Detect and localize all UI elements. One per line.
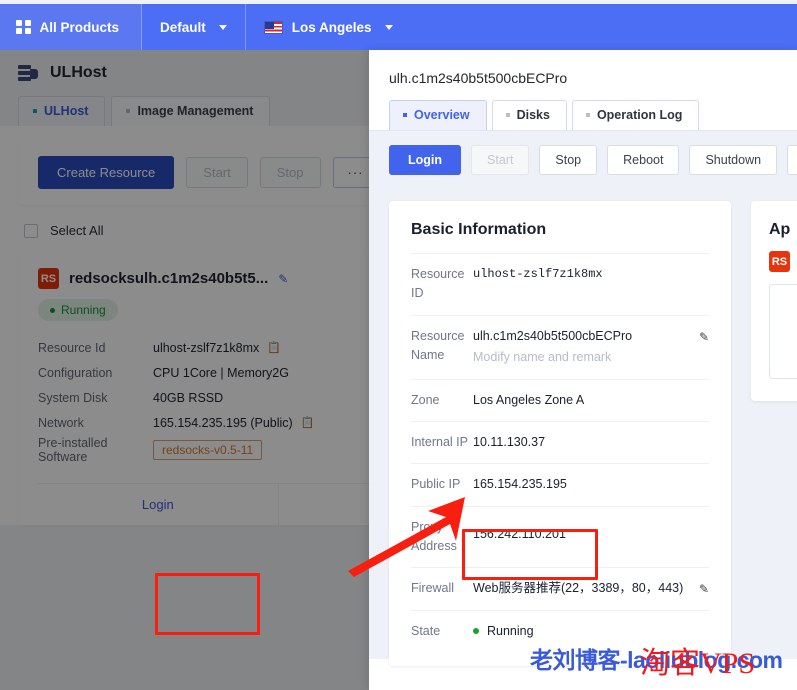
- redsocks-badge-icon: RS: [769, 251, 790, 272]
- info-value: 165.154.235.195: [473, 475, 709, 494]
- info-value: ulhost-zslf7z1k8mx: [473, 265, 709, 284]
- state-dot-icon: [473, 628, 479, 634]
- info-value: Los Angeles Zone A: [473, 391, 709, 410]
- tab-label: Disks: [517, 108, 550, 122]
- tab-dot-icon: [506, 113, 510, 117]
- info-label: Internal IP: [411, 433, 473, 452]
- tab-label: Operation Log: [597, 108, 682, 122]
- chevron-down-icon: [385, 25, 393, 30]
- info-row-zone: Zone Los Angeles Zone A: [411, 379, 709, 421]
- screenshot-root: All Products Default Los Angeles ULHost …: [0, 0, 797, 690]
- all-products-menu[interactable]: All Products: [0, 4, 142, 50]
- info-value: Running: [473, 622, 709, 641]
- edit-icon[interactable]: ✎: [699, 582, 709, 596]
- us-flag-icon: [264, 21, 283, 34]
- info-label: State: [411, 622, 473, 641]
- drawer-start-button[interactable]: Start: [471, 145, 529, 175]
- info-value: 10.11.130.37: [473, 433, 709, 452]
- modal-dim-overlay[interactable]: [0, 50, 369, 690]
- resource-name-remark-placeholder: Modify name and remark: [473, 348, 709, 367]
- info-value: 156.242.110.201: [473, 518, 709, 544]
- tab-disks[interactable]: Disks: [492, 100, 567, 130]
- tab-dot-icon: [586, 113, 590, 117]
- chevron-down-icon: [219, 25, 227, 30]
- info-value: ulh.c1m2s40b5t500cbECPro Modify name and…: [473, 327, 709, 368]
- tab-label: Overview: [414, 108, 470, 122]
- top-navigation-bar: All Products Default Los Angeles: [0, 4, 797, 50]
- application-card-title: Ap: [769, 221, 797, 239]
- info-row-public-ip: Public IP 165.154.235.195: [411, 463, 709, 505]
- region-selector[interactable]: Los Angeles: [246, 4, 411, 50]
- tab-dot-icon: [403, 113, 407, 117]
- all-products-label: All Products: [40, 20, 120, 35]
- drawer-reboot-button[interactable]: Reboot: [607, 145, 679, 175]
- drawer-tabs: Overview Disks Operation Log: [369, 86, 797, 130]
- drawer-title: ulh.c1m2s40b5t500cbECPro: [369, 50, 797, 86]
- drawer-action-toolbar: Login Start Stop Reboot Shutdown ···: [369, 130, 797, 189]
- basic-information-title: Basic Information: [411, 221, 709, 239]
- info-label: Proxy Address: [411, 518, 473, 557]
- info-value: Web服务器推荐(22，3389，80，443): [473, 579, 709, 598]
- grid-icon: [16, 20, 31, 35]
- drawer-login-button[interactable]: Login: [389, 145, 461, 175]
- state-value: Running: [487, 624, 534, 638]
- drawer-body: Basic Information Resource ID ulhost-zsl…: [369, 189, 797, 659]
- info-label: Resource Name: [411, 327, 473, 366]
- edit-icon[interactable]: ✎: [699, 330, 709, 344]
- region-label: Los Angeles: [292, 20, 372, 35]
- resource-detail-drawer: ulh.c1m2s40b5t500cbECPro Overview Disks …: [369, 50, 797, 690]
- tab-operation-log[interactable]: Operation Log: [572, 100, 699, 130]
- drawer-shutdown-button[interactable]: Shutdown: [689, 145, 777, 175]
- info-label: Zone: [411, 391, 473, 410]
- application-card: Ap RS: [751, 201, 797, 401]
- project-selector[interactable]: Default: [142, 4, 246, 50]
- info-row-firewall: Firewall Web服务器推荐(22，3389，80，443) ✎: [411, 567, 709, 609]
- project-label: Default: [160, 20, 206, 35]
- resource-name-value: ulh.c1m2s40b5t500cbECPro: [473, 329, 632, 343]
- tab-overview[interactable]: Overview: [389, 100, 487, 130]
- application-entry[interactable]: [769, 284, 797, 379]
- info-row-resource-name: Resource Name ulh.c1m2s40b5t500cbECPro M…: [411, 315, 709, 379]
- info-row-internal-ip: Internal IP 10.11.130.37: [411, 421, 709, 463]
- drawer-more-button[interactable]: ···: [787, 145, 797, 175]
- info-row-proxy-address: Proxy Address 156.242.110.201: [411, 506, 709, 568]
- drawer-stop-button[interactable]: Stop: [539, 145, 597, 175]
- basic-information-card: Basic Information Resource ID ulhost-zsl…: [389, 201, 731, 666]
- info-label: Resource ID: [411, 265, 473, 304]
- info-row-state: State Running: [411, 610, 709, 652]
- info-label: Firewall: [411, 579, 473, 598]
- info-row-resource-id: Resource ID ulhost-zslf7z1k8mx: [411, 253, 709, 315]
- info-label: Public IP: [411, 475, 473, 494]
